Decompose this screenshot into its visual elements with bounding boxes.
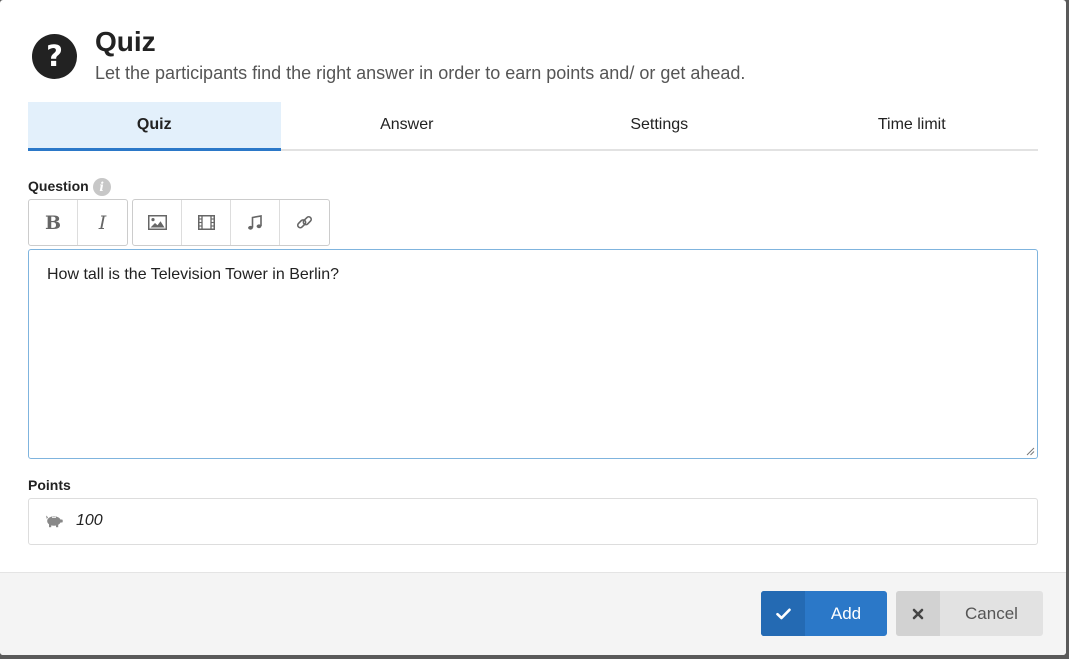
- dialog-header: ? Quiz Let the participants find the rig…: [32, 26, 1032, 86]
- italic-icon: I: [98, 211, 107, 234]
- format-group: B I: [28, 199, 128, 246]
- tab-bar: Quiz Answer Settings Time limit: [28, 102, 1038, 151]
- piggy-bank-icon: [46, 515, 63, 528]
- question-label-row: Question i: [28, 178, 111, 197]
- points-label: Points: [28, 477, 71, 493]
- music-icon: [248, 214, 262, 230]
- insert-image-button[interactable]: [133, 200, 182, 245]
- bold-icon: B: [44, 211, 62, 234]
- cancel-button-label: Cancel: [965, 603, 1018, 623]
- question-icon: ?: [32, 34, 77, 79]
- add-button[interactable]: Add: [761, 591, 887, 636]
- tab-time-limit[interactable]: Time limit: [786, 102, 1039, 149]
- question-label: Question: [28, 178, 89, 194]
- image-icon: [147, 215, 167, 230]
- check-icon: [761, 591, 805, 636]
- cancel-button[interactable]: Cancel: [896, 591, 1043, 636]
- question-text[interactable]: How tall is the Television Tower in Berl…: [47, 266, 339, 284]
- tab-answer[interactable]: Answer: [281, 102, 534, 149]
- dialog-footer: Add Cancel: [0, 572, 1066, 655]
- dialog-title: Quiz: [95, 26, 156, 57]
- italic-button[interactable]: I: [78, 200, 127, 245]
- dialog-subtitle: Let the participants find the right answ…: [95, 63, 746, 83]
- points-input[interactable]: 100: [28, 498, 1038, 545]
- resize-handle-icon[interactable]: [1025, 446, 1035, 456]
- insert-video-button[interactable]: [182, 200, 231, 245]
- add-button-label: Add: [830, 603, 862, 623]
- bold-button[interactable]: B: [29, 200, 78, 245]
- insert-audio-button[interactable]: [231, 200, 280, 245]
- video-icon: [197, 215, 215, 230]
- tab-settings[interactable]: Settings: [533, 102, 786, 149]
- quiz-dialog: ? Quiz Let the participants find the rig…: [0, 0, 1066, 655]
- editor-toolbar: B I: [28, 199, 330, 246]
- link-icon: [296, 215, 313, 229]
- media-group: [132, 199, 330, 246]
- info-icon[interactable]: i: [92, 178, 111, 197]
- insert-link-button[interactable]: [280, 200, 329, 245]
- points-value[interactable]: 100: [76, 512, 103, 530]
- tab-quiz[interactable]: Quiz: [28, 102, 281, 151]
- question-editor[interactable]: How tall is the Television Tower in Berl…: [28, 249, 1038, 459]
- close-icon: [896, 591, 940, 636]
